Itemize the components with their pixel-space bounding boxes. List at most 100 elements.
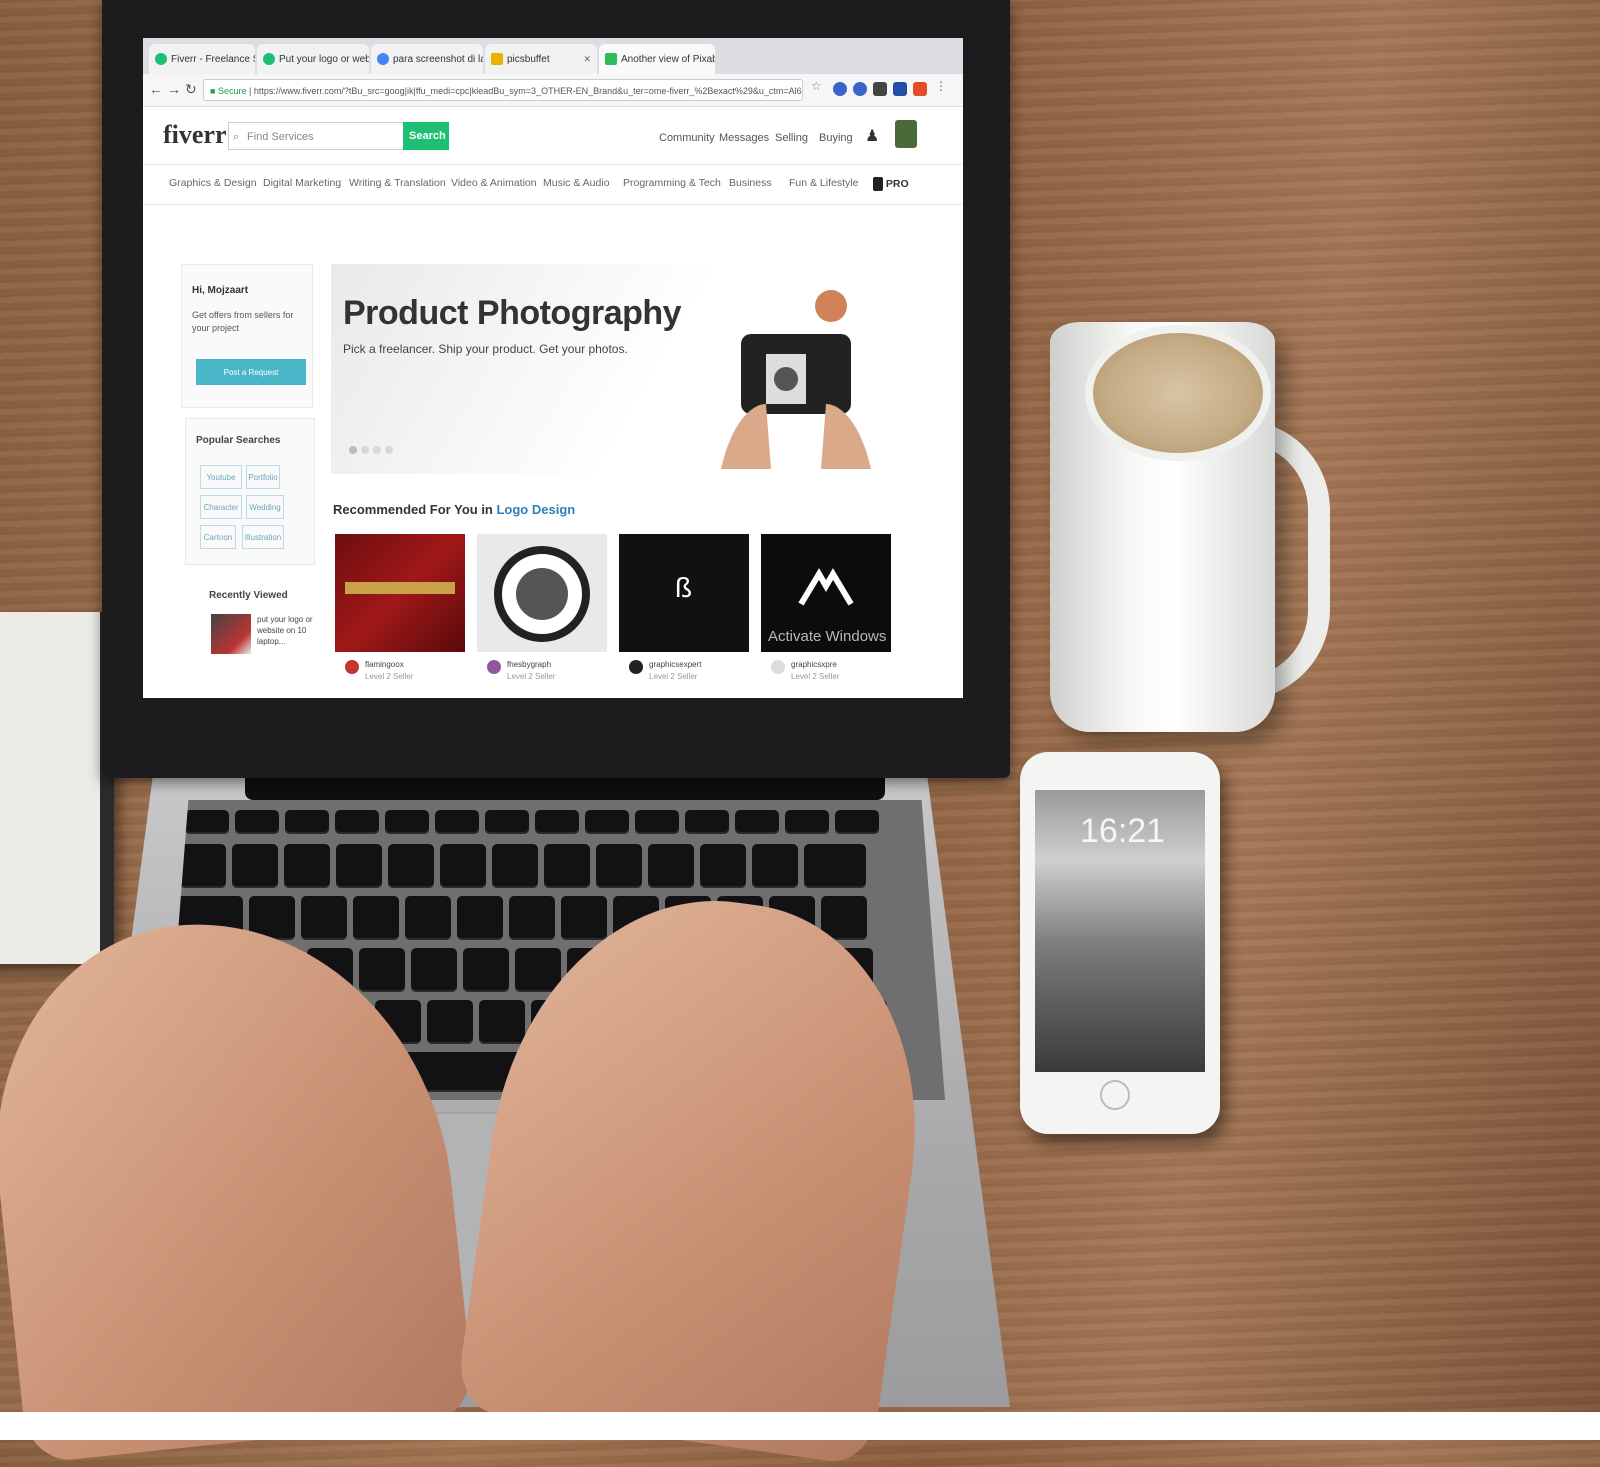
key-b (479, 1000, 525, 1044)
laptop-screen: Fiverr - Freelance Servic✕ Put your logo… (143, 38, 963, 698)
phone-home-button (1100, 1080, 1130, 1110)
nav-community[interactable]: Community (659, 132, 715, 144)
key-plus (752, 844, 798, 888)
url-field[interactable]: ■ Secure | https://www.fiverr.com/?tBu_s… (203, 79, 803, 101)
category-digital-marketing[interactable]: Digital Marketing (263, 177, 341, 189)
browser-tab[interactable]: Fiverr - Freelance Servic✕ (149, 44, 255, 74)
badge-logo-image (494, 546, 590, 642)
seller-name[interactable]: graphicsexpert (649, 660, 701, 669)
seller-name[interactable]: flamingoox (365, 660, 404, 669)
search-button[interactable]: Search (403, 122, 449, 150)
key-9 (596, 844, 642, 888)
category-business[interactable]: Business (729, 177, 772, 189)
seller-name[interactable]: fhesbygraph (507, 660, 551, 669)
menu-icon[interactable]: ⋮ (935, 79, 949, 93)
key-r (405, 896, 451, 940)
key-y (509, 896, 555, 940)
close-icon[interactable]: ✕ (583, 54, 591, 65)
fiverr-favicon-icon (263, 53, 275, 65)
extension-icon[interactable] (913, 82, 927, 96)
key-esc (185, 810, 229, 834)
camera-hands-image (721, 290, 871, 469)
recommended-prefix: Recommended For You in (333, 502, 497, 517)
carousel-dot[interactable] (349, 446, 357, 454)
url-text: https://www.fiverr.com/?tBu_src=goog|ik|… (253, 86, 803, 96)
extension-icon[interactable] (873, 82, 887, 96)
carousel-dot[interactable] (385, 446, 393, 454)
post-request-button[interactable]: Post a Request (196, 359, 306, 385)
search-input[interactable]: ⌕ Find Services (228, 122, 403, 150)
key-minus (700, 844, 746, 888)
category-menu: Graphics & Design Digital Marketing Writ… (143, 164, 963, 205)
tab-label: Another view of Pixabay (621, 53, 715, 65)
popular-search-chip[interactable]: Portfolio (246, 465, 280, 489)
recent-thumbnail[interactable] (211, 614, 251, 654)
avatar[interactable] (487, 660, 501, 674)
category-music-audio[interactable]: Music & Audio (543, 177, 610, 189)
pro-badge-icon (873, 177, 883, 191)
key-w (301, 896, 347, 940)
category-programming-tech[interactable]: Programming & Tech (623, 177, 721, 189)
tab-label: picsbuffet (507, 53, 550, 65)
popular-search-chip[interactable]: Youtube (200, 465, 242, 489)
category-video-animation[interactable]: Video & Animation (451, 177, 537, 189)
phone-clock: 16:21 (1080, 812, 1166, 850)
offer-text: Get offers from sellers for your project (192, 310, 294, 333)
key-8 (544, 844, 590, 888)
gig-seller-row: flamingoox Level 2 Seller (335, 656, 465, 696)
popular-search-chip[interactable]: Wedding (246, 495, 284, 519)
coffee-surface (1085, 325, 1271, 461)
avatar[interactable] (895, 120, 917, 148)
fiverr-logo[interactable]: fiverr (163, 120, 227, 150)
key-f11 (735, 810, 779, 834)
key-f8 (585, 810, 629, 834)
site-header: fiverr ⌕ Find Services Search Community … (143, 106, 963, 165)
key-5 (388, 844, 434, 888)
banner-subtitle: Pick a freelancer. Ship your product. Ge… (343, 342, 628, 356)
category-pro[interactable]: PRO (873, 177, 909, 191)
avatar[interactable] (771, 660, 785, 674)
notebook (0, 612, 114, 964)
seller-level: Level 2 Seller (507, 672, 556, 681)
key-f4 (385, 810, 429, 834)
category-graphics-design[interactable]: Graphics & Design (169, 177, 257, 189)
key-f (411, 948, 457, 992)
pixabay-favicon-icon (605, 53, 617, 65)
nav-messages[interactable]: Messages (719, 132, 769, 144)
windows-activation-watermark: Activate Windows (768, 628, 887, 645)
reload-icon[interactable]: ↻ (185, 81, 197, 98)
browser-tab[interactable]: picsbuffet ✕ (485, 44, 597, 74)
avatar[interactable] (345, 660, 359, 674)
recommended-category-link[interactable]: Logo Design (496, 502, 575, 517)
popular-search-chip[interactable]: Cartoon (200, 525, 236, 549)
picsbuffet-favicon-icon (491, 53, 503, 65)
carousel-dot[interactable] (373, 446, 381, 454)
extension-icon[interactable] (853, 82, 867, 96)
gig-thumbnail[interactable]: ß (619, 534, 749, 652)
browser-tab-active[interactable]: Another view of Pixabay✕ (599, 44, 715, 74)
avatar[interactable] (629, 660, 643, 674)
popular-search-chip[interactable]: Character (200, 495, 242, 519)
star-icon[interactable]: ☆ (811, 79, 825, 93)
nav-buying[interactable]: Buying (819, 132, 853, 144)
gig-thumbnail[interactable] (477, 534, 607, 652)
popular-search-chip[interactable]: Illustration (242, 525, 284, 549)
browser-tab[interactable]: Put your logo or websit✕ (257, 44, 369, 74)
gig-thumbnail[interactable] (335, 534, 465, 652)
forward-arrow-icon[interactable]: → (167, 81, 181, 97)
back-arrow-icon[interactable]: ← (149, 81, 163, 97)
extension-icon[interactable] (893, 82, 907, 96)
gig-seller-row: graphicsexpert Level 2 Seller (619, 656, 749, 696)
category-writing-translation[interactable]: Writing & Translation (349, 177, 446, 189)
category-fun-lifestyle[interactable]: Fun & Lifestyle (789, 177, 858, 189)
key-1 (180, 844, 226, 888)
notification-bell-icon[interactable]: ♟ (865, 126, 879, 146)
recent-item-title[interactable]: put your logo or website on 10 laptop... (257, 614, 313, 647)
carousel-dot[interactable] (361, 446, 369, 454)
seller-name[interactable]: graphicsxpre (791, 660, 837, 669)
browser-tab[interactable]: para screenshot di lapto✕ (371, 44, 483, 74)
key-0 (648, 844, 694, 888)
extension-icon[interactable] (833, 82, 847, 96)
key-f1 (235, 810, 279, 834)
nav-selling[interactable]: Selling (775, 132, 808, 144)
